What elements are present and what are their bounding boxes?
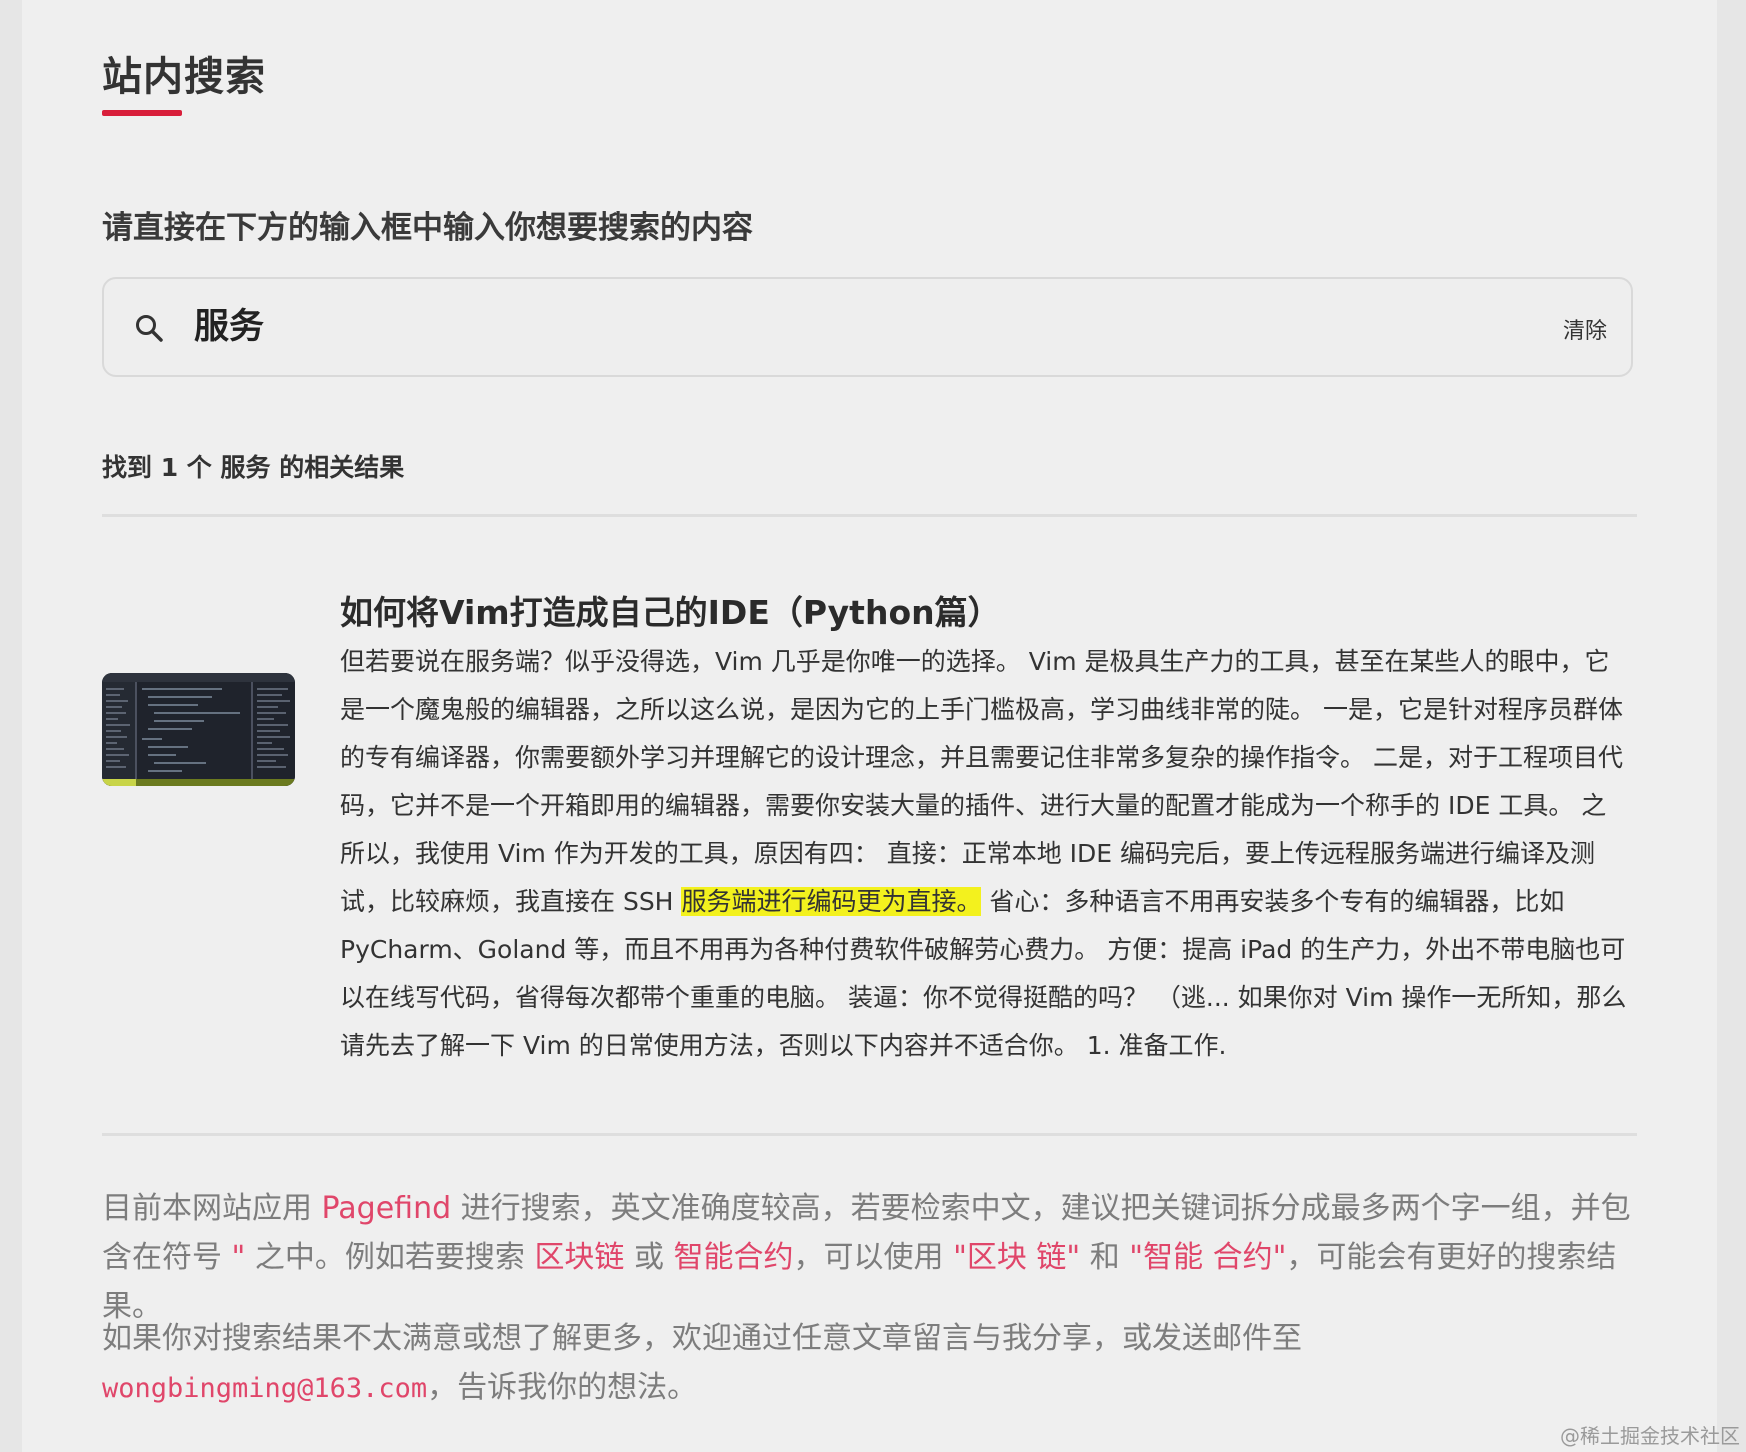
quote-symbol: " — [231, 1240, 246, 1275]
divider — [102, 514, 1637, 517]
excerpt-text: 但若要说在服务端？似乎没得选，Vim 几乎是你唯一的选择。 Vim 是极具生产力… — [340, 647, 1623, 916]
example-term: 区块链 — [534, 1240, 625, 1275]
example-query: "区块 链" — [953, 1240, 1081, 1275]
search-icon — [134, 313, 164, 343]
result-title[interactable]: 如何将Vim打造成自己的IDE（Python篇） — [340, 586, 1001, 634]
search-help-note: 目前本网站应用 Pagefind 进行搜索，英文准确度较高，若要检索中文，建议把… — [102, 1184, 1637, 1331]
example-term: 智能合约 — [673, 1240, 794, 1275]
note-text: ，可以使用 — [793, 1240, 954, 1275]
excerpt-highlight: 服务端进行编码更为直接。 — [681, 887, 982, 916]
clear-button[interactable]: 清除 — [1563, 313, 1607, 345]
result-excerpt: 但若要说在服务端？似乎没得选，Vim 几乎是你唯一的选择。 Vim 是极具生产力… — [340, 638, 1630, 1070]
page-title: 站内搜索 — [102, 54, 266, 100]
example-query: "智能 合约" — [1129, 1240, 1287, 1275]
search-input[interactable]: 服务 — [194, 301, 264, 353]
result-thumbnail[interactable] — [102, 673, 295, 786]
search-box[interactable]: 服务 清除 — [102, 277, 1633, 377]
divider — [102, 1133, 1637, 1136]
watermark: @稀土掘金技术社区 — [1560, 1424, 1740, 1448]
title-underline — [102, 110, 182, 116]
note-text: ，告诉我你的想法。 — [427, 1370, 698, 1405]
email-link[interactable]: wongbingming@163.com — [102, 1373, 427, 1404]
note-text: 或 — [624, 1240, 674, 1275]
note-text: 之中。例如若要搜索 — [245, 1240, 535, 1275]
search-prompt: 请直接在下方的输入框中输入你想要搜索的内容 — [102, 210, 753, 246]
contact-note: 如果你对搜索结果不太满意或想了解更多，欢迎通过任意文章留言与我分享，或发送邮件至… — [102, 1314, 1637, 1413]
note-text: 目前本网站应用 — [102, 1191, 322, 1226]
pagefind-link[interactable]: Pagefind — [322, 1191, 452, 1226]
result-count: 找到 1 个 服务 的相关结果 — [102, 453, 405, 482]
search-page: 站内搜索 请直接在下方的输入框中输入你想要搜索的内容 服务 清除 找到 1 个 … — [22, 0, 1717, 1452]
note-text: 如果你对搜索结果不太满意或想了解更多，欢迎通过任意文章留言与我分享，或发送邮件至 — [102, 1321, 1302, 1356]
note-text: 和 — [1080, 1240, 1130, 1275]
